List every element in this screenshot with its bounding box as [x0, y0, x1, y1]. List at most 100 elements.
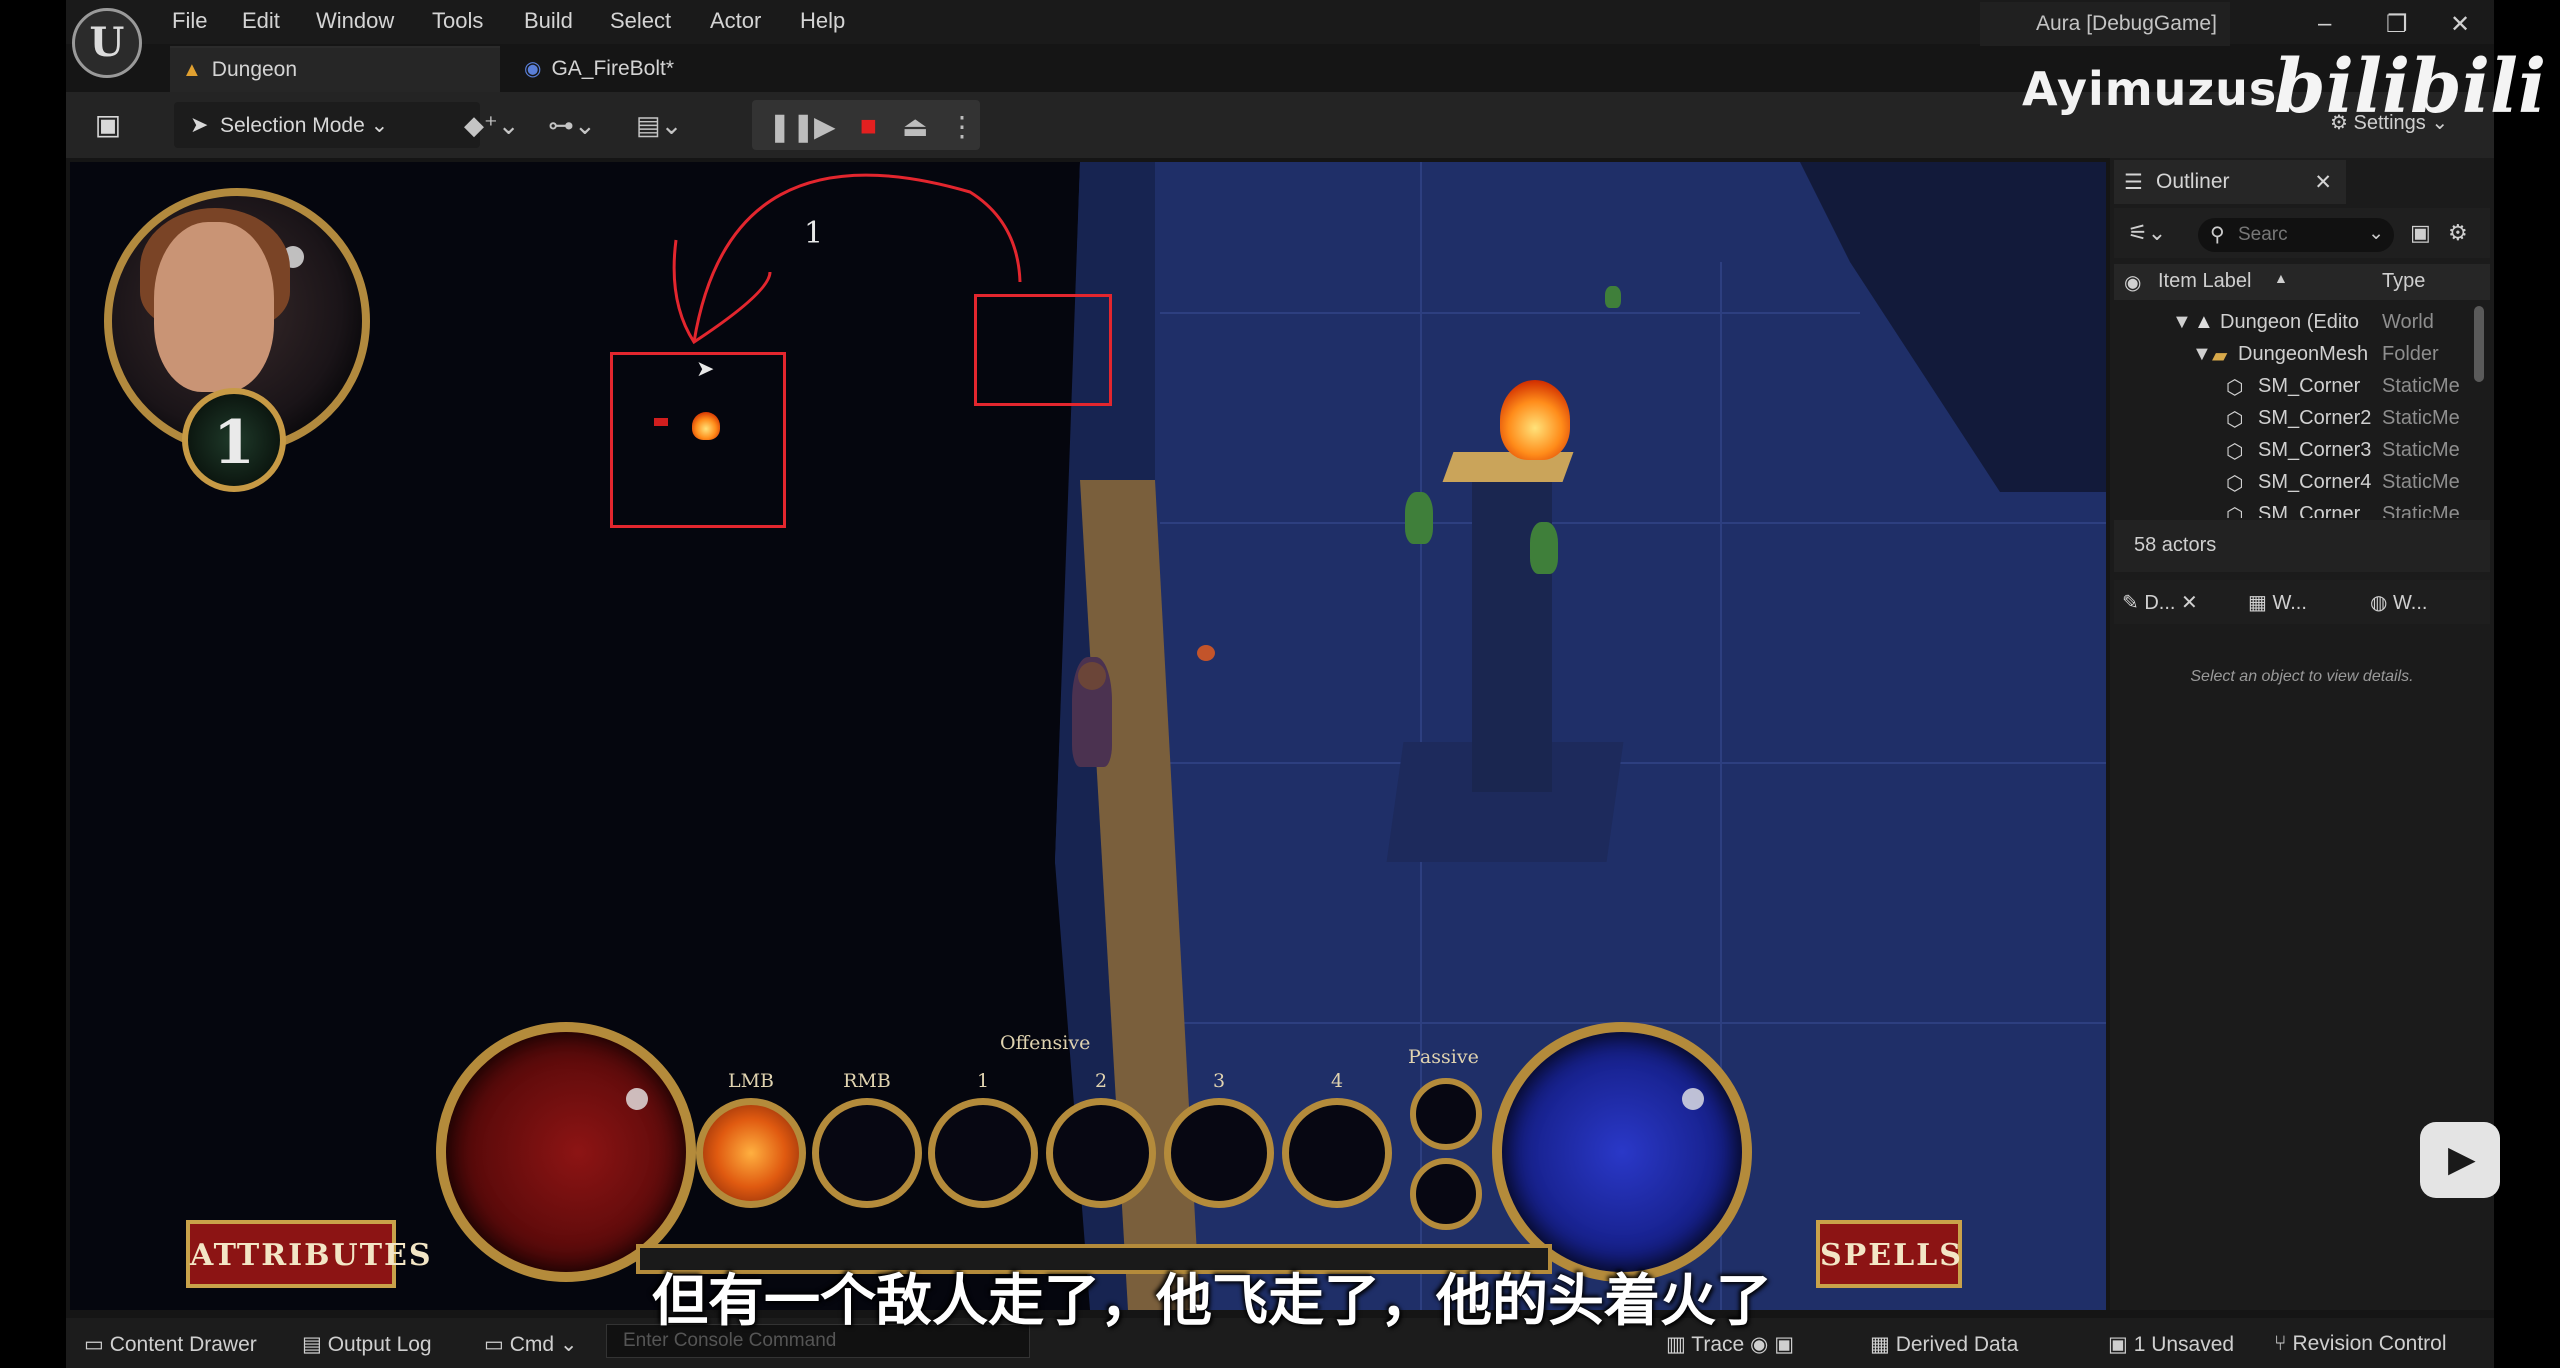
- annotation-number: 1: [804, 216, 824, 251]
- outliner-row[interactable]: ⬡ SM_Corner2 StaticMe: [2114, 402, 2490, 434]
- unreal-logo[interactable]: U: [72, 8, 142, 78]
- revision-control-button[interactable]: ⑂ Revision Control: [2274, 1332, 2447, 1356]
- save-button[interactable]: ▣: [84, 102, 132, 148]
- spell-slot-4[interactable]: [1282, 1098, 1392, 1208]
- outliner-row[interactable]: ▼ ▰ DungeonMesh Folder: [2114, 338, 2490, 370]
- static-mesh-icon: ⬡: [2226, 441, 2244, 463]
- restore-icon[interactable]: ❐: [2386, 10, 2408, 39]
- tab-world-settings[interactable]: ▦ W...: [2248, 590, 2307, 615]
- game-viewport[interactable]: 1 ➤ 1 Offensive Passive LMB RMB 1 2 3 4 …: [70, 162, 2106, 1310]
- passive-slot-2[interactable]: [1410, 1158, 1482, 1230]
- spell-slot-2[interactable]: [1046, 1098, 1156, 1208]
- menu-edit[interactable]: Edit: [242, 8, 280, 34]
- menu-tools[interactable]: Tools: [432, 8, 483, 34]
- row-label: SM_Corner2: [2258, 407, 2372, 429]
- row-type: StaticMe: [2382, 407, 2460, 429]
- spell-slot-1[interactable]: [928, 1098, 1038, 1208]
- play-icon: ▶: [2448, 1138, 2476, 1179]
- static-mesh-icon: ⬡: [2226, 473, 2244, 495]
- glass-glint: [626, 1088, 648, 1110]
- menu-help[interactable]: Help: [800, 8, 845, 34]
- spell-slot-rmb[interactable]: [812, 1098, 922, 1208]
- stop-icon[interactable]: ■: [860, 110, 877, 142]
- video-play-icon[interactable]: ▶: [2420, 1122, 2500, 1198]
- row-label: SM_Corner: [2258, 375, 2361, 397]
- outliner-row[interactable]: ⬡ SM_Corner StaticMe: [2114, 370, 2490, 402]
- eject-icon[interactable]: ⏏: [902, 110, 928, 143]
- details-empty-hint: Select an object to view details.: [2190, 668, 2414, 685]
- blueprint-menu-icon[interactable]: ⊶⌄: [548, 110, 596, 141]
- more-options-icon[interactable]: ⋮: [948, 110, 976, 143]
- projectile-spark: [654, 418, 668, 426]
- menu-select[interactable]: Select: [610, 8, 671, 34]
- menu-file[interactable]: File: [172, 8, 207, 34]
- new-folder-icon[interactable]: ▣: [2410, 220, 2431, 246]
- filter-icon[interactable]: ⚟⌄: [2128, 220, 2166, 246]
- level-icon: ▲: [182, 59, 202, 81]
- outliner-header: ◉ Item Label ▲ Type: [2114, 264, 2490, 300]
- close-icon[interactable]: ✕: [2181, 592, 2198, 614]
- channel-watermark: Ayimuzus: [2022, 62, 2278, 116]
- row-label: SM_Corner3: [2258, 439, 2372, 461]
- slot-label-4: 4: [1330, 1070, 1344, 1092]
- outliner-row[interactable]: ⬡ SM_Corner3 StaticMe: [2114, 434, 2490, 466]
- add-actor-icon[interactable]: ◆⁺⌄: [464, 110, 520, 141]
- column-type[interactable]: Type: [2382, 270, 2425, 293]
- row-label: Dungeon (Edito: [2220, 311, 2359, 333]
- tab-details[interactable]: ✎ D... ✕: [2122, 590, 2198, 615]
- static-mesh-icon: ⬡: [2226, 377, 2244, 399]
- row-label: SM_Corner4: [2258, 471, 2372, 493]
- pause-icon[interactable]: ❚❚: [768, 110, 815, 143]
- row-label: DungeonMesh: [2238, 343, 2369, 365]
- column-item-label[interactable]: Item Label: [2158, 270, 2251, 293]
- outliner-icon: ☰: [2124, 171, 2143, 194]
- attributes-button[interactable]: ATTRIBUTES: [186, 1220, 431, 1288]
- spell-slot-lmb[interactable]: [696, 1098, 806, 1208]
- outliner-row[interactable]: ▼ ▲ Dungeon (Edito World: [2114, 306, 2490, 338]
- passive-slot-1[interactable]: [1410, 1078, 1482, 1150]
- save-icon: ▣: [94, 109, 122, 140]
- chevron-down-icon: ⌄: [2368, 223, 2384, 244]
- level-icon: ▲: [2194, 311, 2214, 333]
- character-portrait: [154, 222, 274, 392]
- mouse-cursor-icon: ➤: [696, 356, 715, 381]
- spell-slot-3[interactable]: [1164, 1098, 1274, 1208]
- visibility-icon[interactable]: ◉: [2124, 270, 2141, 295]
- close-icon[interactable]: ✕: [2450, 10, 2470, 39]
- row-type: StaticMe: [2382, 471, 2460, 493]
- health-globe: [436, 1022, 696, 1282]
- tab-world-partition[interactable]: ◍ W...: [2370, 590, 2427, 615]
- outliner-search[interactable]: ⚲ Searc ⌄: [2198, 218, 2394, 252]
- level-badge: 1: [182, 388, 286, 492]
- outliner-row[interactable]: ⬡ SM_Corner StaticMe: [2114, 498, 2490, 518]
- outliner-scrollbar[interactable]: [2474, 306, 2484, 382]
- step-icon[interactable]: ▶: [814, 110, 836, 143]
- row-type: StaticMe: [2382, 375, 2460, 397]
- expand-icon[interactable]: ▼: [2192, 343, 2212, 366]
- output-log-button[interactable]: ▤ Output Log: [302, 1332, 432, 1357]
- cinematics-icon[interactable]: ▤⌄: [636, 110, 682, 141]
- minimize-icon[interactable]: –: [2318, 10, 2331, 38]
- settings-button[interactable]: ⚙ Settings ⌄: [2330, 110, 2448, 135]
- offensive-label: Offensive: [1000, 1032, 1091, 1054]
- mana-globe: [1492, 1022, 1752, 1282]
- cmd-dropdown[interactable]: ▭ Cmd ⌄: [484, 1332, 577, 1357]
- row-label: SM_Corner: [2258, 503, 2361, 518]
- row-type: StaticMe: [2382, 503, 2460, 518]
- menu-window[interactable]: Window: [316, 8, 394, 34]
- tab-outliner[interactable]: ☰ Outliner ✕: [2114, 160, 2346, 204]
- outliner-row[interactable]: ⬡ SM_Corner4 StaticMe: [2114, 466, 2490, 498]
- tab-dungeon[interactable]: ▲ Dungeon: [170, 46, 500, 92]
- static-mesh-icon: ⬡: [2226, 505, 2244, 518]
- content-drawer-button[interactable]: ▭ Content Drawer: [84, 1332, 257, 1357]
- tab-ga-firebolt[interactable]: ◉ GA_FireBolt*: [512, 46, 712, 92]
- selection-mode-dropdown[interactable]: ➤ Selection Mode ⌄: [174, 102, 480, 148]
- menu-build[interactable]: Build: [524, 8, 573, 34]
- unsaved-button[interactable]: ▣ 1 Unsaved: [2108, 1332, 2234, 1357]
- close-icon[interactable]: ✕: [2314, 170, 2332, 195]
- menu-actor[interactable]: Actor: [710, 8, 761, 34]
- expand-icon[interactable]: ▼: [2172, 311, 2192, 334]
- cursor-icon: ➤: [190, 112, 209, 137]
- gear-icon[interactable]: ⚙: [2448, 220, 2468, 246]
- actor-count: 58 actors: [2114, 520, 2490, 572]
